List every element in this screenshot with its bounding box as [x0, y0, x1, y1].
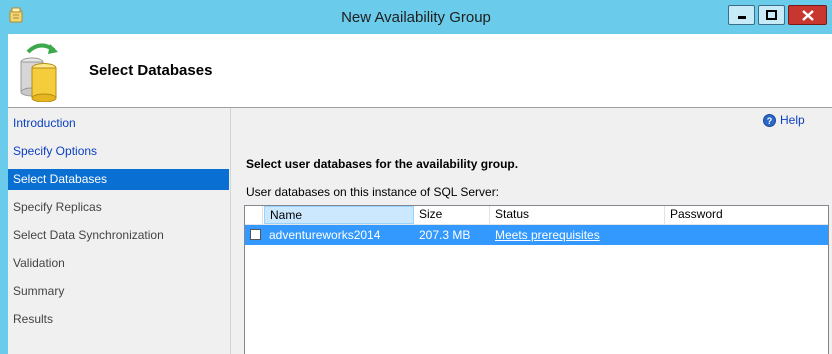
close-icon [801, 9, 814, 21]
maximize-button[interactable] [758, 5, 785, 25]
maximize-icon [766, 10, 777, 20]
database-name: adventureworks2014 [269, 228, 381, 242]
database-size: 207.3 MB [419, 228, 471, 242]
table-row[interactable]: adventureworks2014 207.3 MB Meets prereq… [245, 225, 828, 245]
databases-grid[interactable]: Name Size Status Password adventureworks… [244, 205, 829, 354]
minimize-icon [737, 16, 746, 19]
column-header-size[interactable]: Size [414, 206, 490, 224]
row-checkbox[interactable] [250, 229, 261, 240]
column-header-password[interactable]: Password [665, 206, 828, 224]
checkbox-column-header[interactable] [245, 206, 263, 224]
nav-item-summary[interactable]: Summary [8, 281, 229, 302]
title-bar[interactable]: New Availability Group [0, 0, 832, 34]
page-header: Select Databases [8, 34, 832, 108]
nav-item-specify-options[interactable]: Specify Options [8, 141, 229, 162]
window-title: New Availability Group [341, 9, 491, 26]
help-label: Help [780, 113, 805, 127]
help-icon: ? [763, 113, 776, 127]
wizard-steps-nav: Introduction Specify Options Select Data… [8, 108, 231, 354]
grid-header: Name Size Status Password [245, 206, 828, 225]
wizard-client-area: Select Databases Introduction Specify Op… [8, 34, 832, 354]
column-header-name[interactable]: Name [264, 206, 414, 224]
nav-item-validation[interactable]: Validation [8, 253, 229, 274]
svg-text:?: ? [767, 116, 773, 126]
nav-item-specify-replicas[interactable]: Specify Replicas [8, 197, 229, 218]
database-sync-icon [20, 43, 58, 102]
close-button[interactable] [788, 5, 827, 25]
main-panel: ? Help Select user databases for the ava… [231, 108, 832, 354]
status-link[interactable]: Meets prerequisites [495, 225, 600, 245]
help-link[interactable]: ? Help [763, 113, 805, 127]
wizard-window: New Availability Group Select Databases … [0, 0, 832, 354]
nav-item-results[interactable]: Results [8, 309, 229, 330]
nav-item-select-data-synchronization[interactable]: Select Data Synchronization [8, 225, 229, 246]
nav-item-select-databases[interactable]: Select Databases [8, 169, 229, 190]
minimize-button[interactable] [728, 5, 755, 25]
grid-label: User databases on this instance of SQL S… [246, 185, 500, 199]
instruction-text: Select user databases for the availabili… [246, 157, 519, 171]
column-header-status[interactable]: Status [490, 206, 665, 224]
nav-item-introduction[interactable]: Introduction [8, 113, 229, 134]
page-title: Select Databases [89, 62, 213, 79]
